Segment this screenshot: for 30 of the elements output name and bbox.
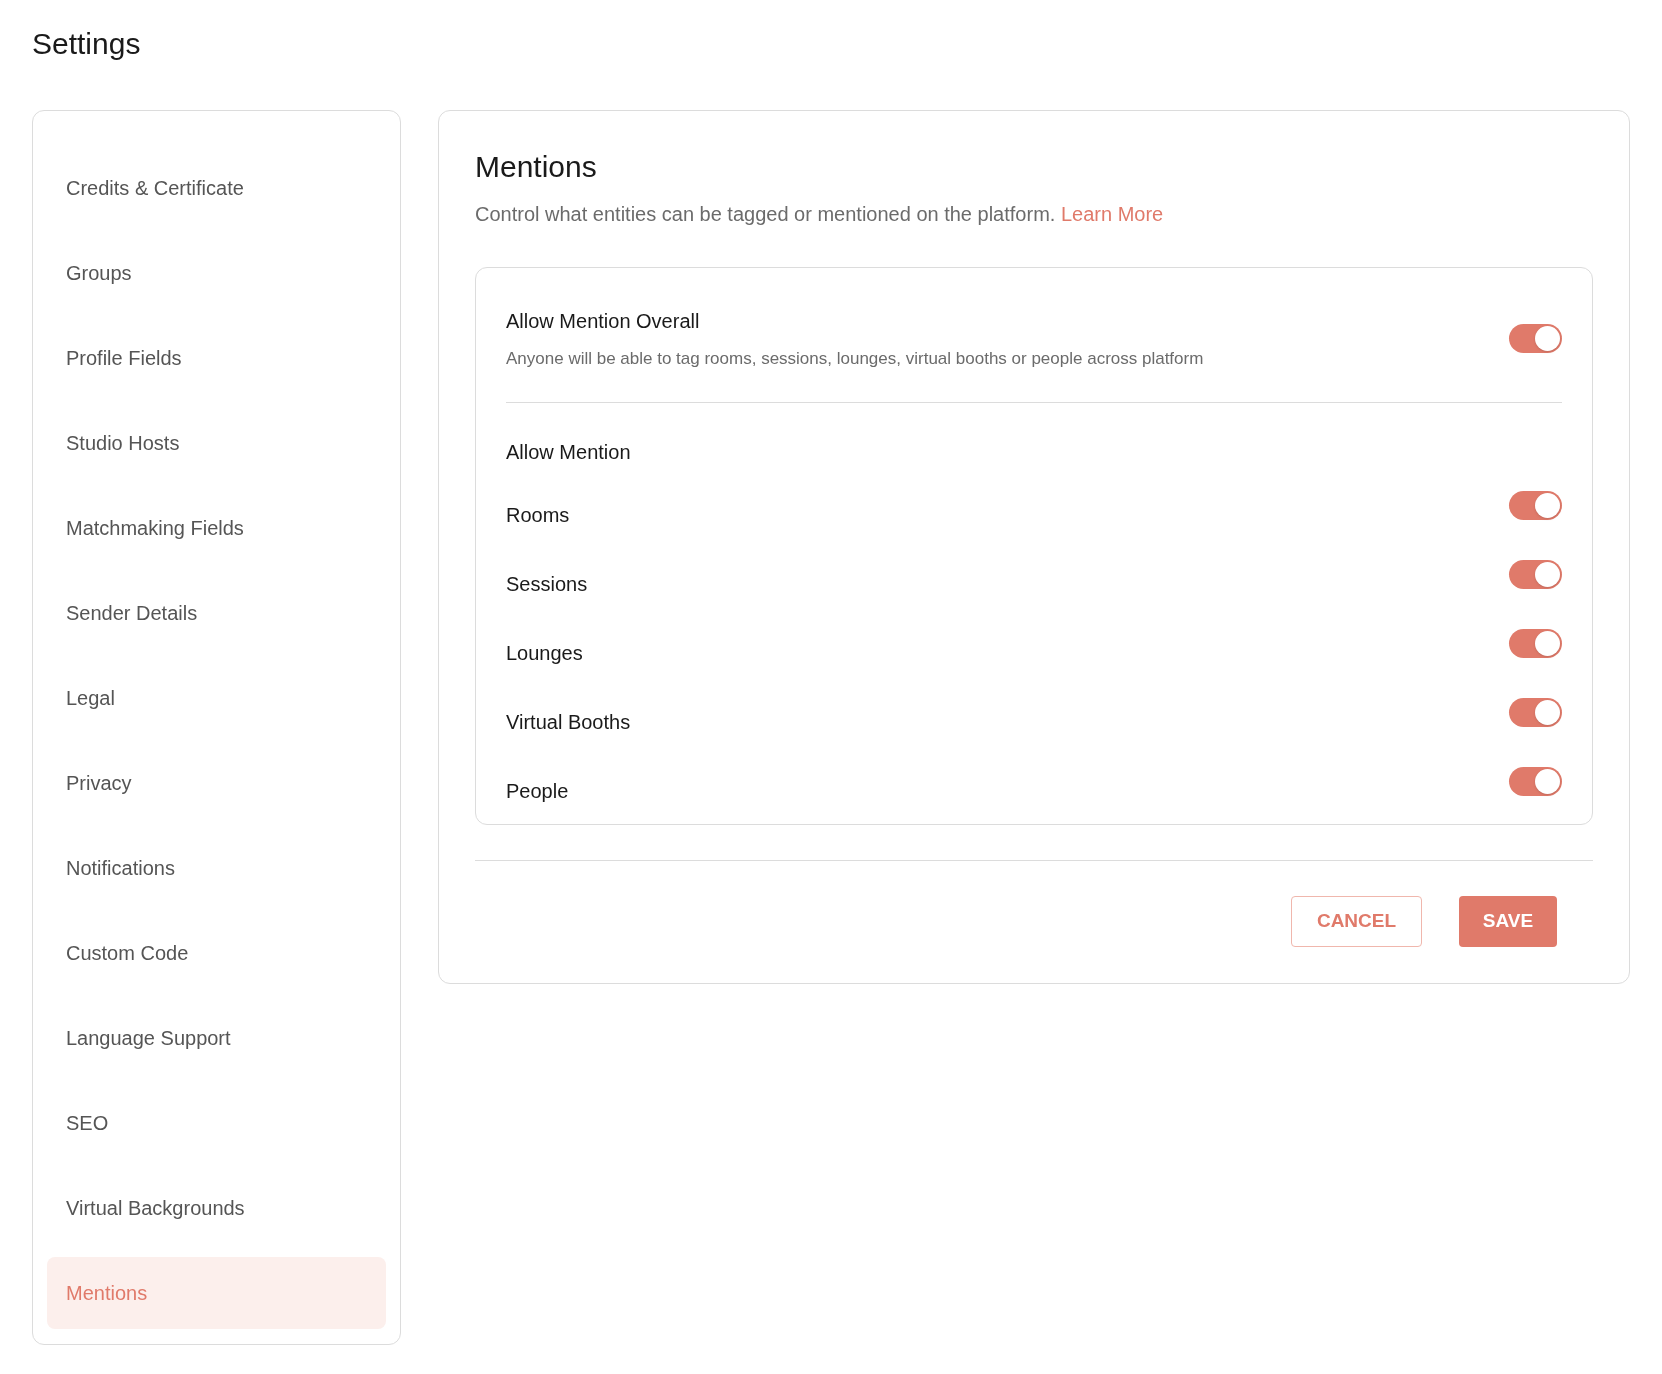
sidebar-item[interactable]: SEO [47, 1087, 386, 1159]
sidebar-item[interactable]: Privacy [47, 747, 386, 819]
toggle-switch[interactable] [1509, 324, 1562, 354]
sidebar-item[interactable]: Studio Hosts [47, 407, 386, 479]
option-label: Lounges [506, 641, 583, 666]
section-heading: Allow Mention [506, 439, 631, 465]
panel-title: Mentions [475, 149, 597, 185]
sidebar-item[interactable]: Matchmaking Fields [47, 492, 386, 564]
option-label: Rooms [506, 503, 570, 528]
option-label: Virtual Booths [506, 710, 631, 735]
sidebar-item[interactable]: Credits & Certificate [47, 152, 386, 224]
toggle-switch[interactable] [1509, 490, 1562, 520]
toggle-switch[interactable] [1509, 766, 1562, 796]
sidebar-item[interactable]: Groups [47, 237, 386, 309]
sidebar-item[interactable]: Notifications [47, 832, 386, 904]
sidebar-item[interactable]: Sender Details [47, 577, 386, 649]
toggle-switch[interactable] [1509, 559, 1562, 589]
toggle-switch[interactable] [1509, 697, 1562, 727]
option-label: People [506, 779, 569, 804]
sidebar-item[interactable]: Language Support [47, 1002, 386, 1074]
page-title: Settings [32, 26, 141, 62]
option-label: Sessions [506, 572, 588, 597]
toggle-switch[interactable] [1509, 628, 1562, 658]
panel-description: Control what entities can be tagged or mentioned on the platform. Learn More [475, 202, 1164, 227]
setting-description: Anyone will be able to tag rooms, sessions, lounges, virtual booths or people across platform [506, 348, 1204, 370]
sidebar-item[interactable]: Legal [47, 662, 386, 734]
sidebar-item[interactable]: Custom Code [47, 917, 386, 989]
sidebar-item[interactable]: Virtual Backgrounds [47, 1172, 386, 1244]
setting-label: Allow Mention Overall [506, 309, 700, 334]
sidebar-item[interactable]: Profile Fields [47, 322, 386, 394]
